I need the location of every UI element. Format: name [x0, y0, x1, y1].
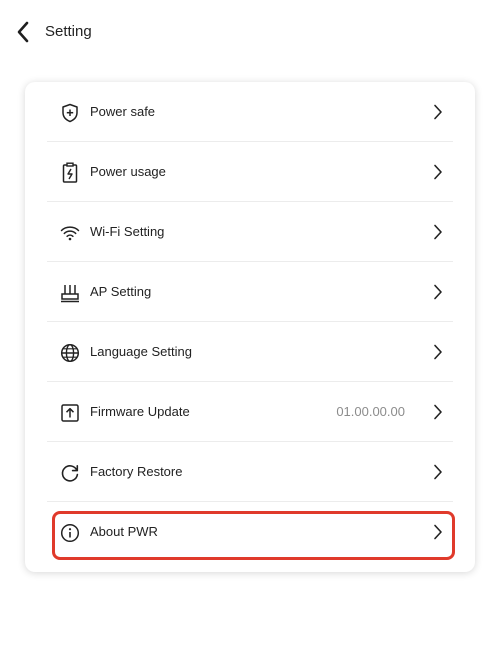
settings-list: Power safe Power usage Wi-Fi Setting AP … — [47, 82, 453, 562]
menu-item-firmware-update[interactable]: Firmware Update 01.00.00.00 — [47, 382, 453, 442]
chevron-right-icon — [431, 282, 445, 302]
wifi-icon — [59, 222, 81, 244]
menu-item-label: About PWR — [90, 524, 158, 539]
settings-card: Power safe Power usage Wi-Fi Setting AP … — [25, 82, 475, 572]
menu-item-label: Language Setting — [90, 344, 192, 359]
back-button[interactable] — [10, 18, 36, 46]
globe-icon — [59, 342, 81, 364]
menu-item-ap-setting[interactable]: AP Setting — [47, 262, 453, 322]
menu-item-label: Wi-Fi Setting — [90, 224, 165, 239]
menu-item-about-pwr[interactable]: About PWR — [47, 502, 453, 562]
menu-item-label: Power safe — [90, 104, 156, 119]
chevron-right-icon — [431, 222, 445, 242]
refresh-icon — [59, 462, 81, 484]
chevron-right-icon — [431, 162, 445, 182]
chevron-right-icon — [431, 102, 445, 122]
menu-item-language-setting[interactable]: Language Setting — [47, 322, 453, 382]
router-icon — [59, 282, 81, 304]
menu-item-label: Power usage — [90, 164, 166, 179]
chevron-right-icon — [431, 342, 445, 362]
shield-plus-icon — [59, 102, 81, 124]
info-icon — [59, 522, 81, 544]
upload-icon — [59, 402, 81, 424]
menu-item-label: AP Setting — [90, 284, 152, 299]
app-header: Setting — [0, 0, 500, 64]
menu-item-wifi-setting[interactable]: Wi-Fi Setting — [47, 202, 453, 262]
firmware-version: 01.00.00.00 — [336, 404, 405, 419]
menu-item-power-safe[interactable]: Power safe — [47, 82, 453, 142]
chevron-left-icon — [17, 21, 29, 43]
menu-item-label: Factory Restore — [90, 464, 183, 479]
page-title: Setting — [45, 23, 92, 40]
battery-clipboard-icon — [59, 162, 81, 184]
chevron-right-icon — [431, 402, 445, 422]
menu-item-factory-restore[interactable]: Factory Restore — [47, 442, 453, 502]
chevron-right-icon — [431, 462, 445, 482]
menu-item-label: Firmware Update — [90, 404, 190, 419]
chevron-right-icon — [431, 522, 445, 542]
menu-item-power-usage[interactable]: Power usage — [47, 142, 453, 202]
